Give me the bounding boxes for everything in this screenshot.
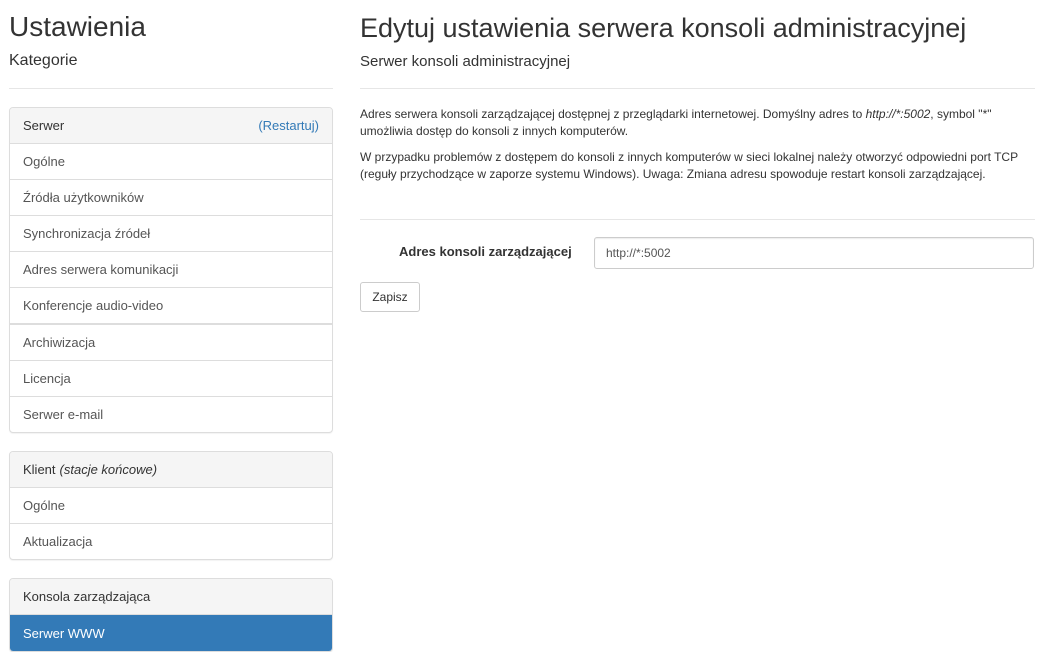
description-address-part1: Adres serwera konsoli zarządzającej dost… [360,107,866,121]
sidebar-item-source-sync[interactable]: Synchronizacja źródeł [10,216,332,252]
panel-console-heading-label: Konsola zarządzająca [23,589,151,604]
default-address-text: http://*:5002 [865,107,931,121]
sidebar-subtitle: Kategorie [9,52,78,69]
sidebar-title: Ustawienia [9,11,146,42]
sidebar-item-web-server[interactable]: Serwer WWW [10,615,332,651]
sidebar-item-archiving[interactable]: Archiwizacja [10,324,332,361]
sidebar-item-audio-video[interactable]: Konferencje audio-video [10,288,332,324]
panel-server: Serwer (Restartuj) Ogólne Źródła użytkow… [9,107,333,433]
sidebar-item-general[interactable]: Ogólne [10,144,332,180]
sidebar-item-client-general[interactable]: Ogólne [10,488,332,524]
panel-client-heading: Klient (stacje końcowe) [10,452,332,488]
console-address-label: Adres konsoli zarządzającej [399,244,572,259]
header-divider [360,88,1035,89]
panel-client-heading-note: (stacje końcowe) [59,462,158,477]
page-title: Edytuj ustawienia serwera konsoli admini… [360,13,967,43]
panel-console-heading: Konsola zarządzająca [10,579,332,615]
panel-client-heading-label: Klient [23,462,56,477]
sidebar-item-client-update[interactable]: Aktualizacja [10,524,332,559]
sidebar-item-email-server[interactable]: Serwer e-mail [10,397,332,432]
page-subtitle: Serwer konsoli administracyjnej [360,53,571,70]
sidebar-divider [9,88,333,89]
sidebar-item-user-sources[interactable]: Źródła użytkowników [10,180,332,216]
console-address-input[interactable] [594,237,1034,269]
panel-server-heading: Serwer (Restartuj) [10,108,332,144]
form-divider [360,219,1035,220]
panel-client: Klient (stacje końcowe) Ogólne Aktualiza… [9,451,333,560]
description-address: Adres serwera konsoli zarządzającej dost… [360,106,1035,140]
restart-link[interactable]: (Restartuj) [258,118,319,133]
description-firewall: W przypadku problemów z dostępem do kons… [360,150,1018,181]
panel-server-heading-label: Serwer [23,118,65,133]
sidebar-item-license[interactable]: Licencja [10,361,332,397]
save-button[interactable]: Zapisz [360,282,420,312]
sidebar-item-communication-server[interactable]: Adres serwera komunikacji [10,252,332,288]
panel-console: Konsola zarządzająca Serwer WWW [9,578,333,652]
